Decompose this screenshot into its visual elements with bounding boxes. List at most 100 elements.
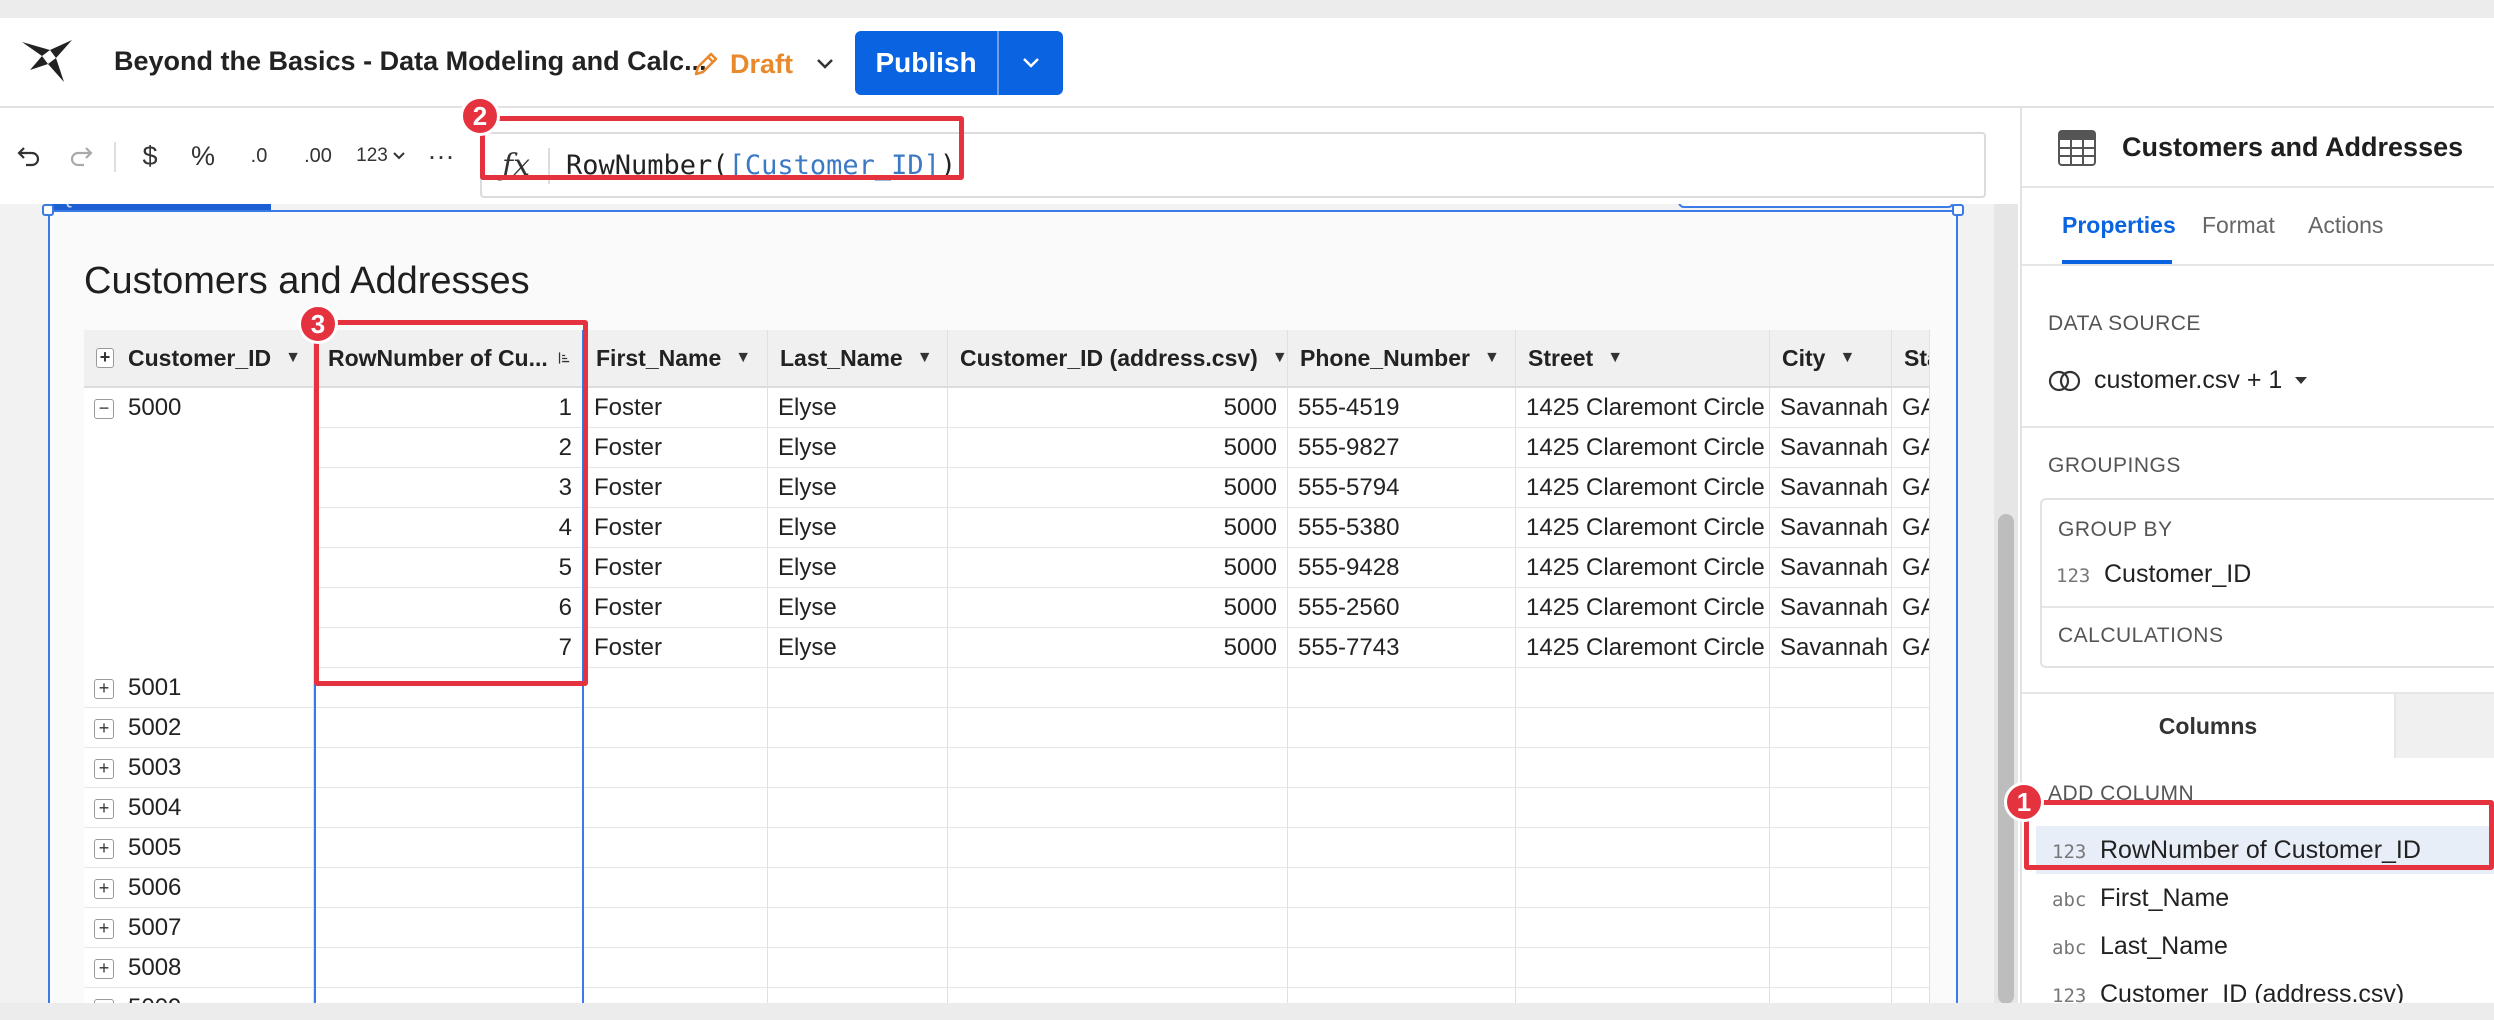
- table-cell[interactable]: Foster: [584, 508, 767, 548]
- table-cell[interactable]: [1288, 828, 1515, 868]
- table-cell[interactable]: 555-9827: [1288, 428, 1515, 468]
- table-cell[interactable]: [1516, 668, 1769, 708]
- table-cell[interactable]: [1288, 948, 1515, 988]
- column-header[interactable]: Sta: [1892, 330, 1929, 388]
- resize-handle[interactable]: [42, 204, 54, 216]
- table-cell[interactable]: [1892, 988, 1929, 1003]
- currency-format-button[interactable]: $: [136, 138, 164, 174]
- table-cell[interactable]: Savannah: [1770, 388, 1891, 428]
- table-cell[interactable]: [768, 668, 947, 708]
- expand-icon[interactable]: +: [94, 838, 114, 859]
- table-cell[interactable]: [1770, 748, 1891, 788]
- table-cell[interactable]: [584, 948, 767, 988]
- table-cell[interactable]: GA: [1892, 388, 1929, 428]
- group-row[interactable]: +5005: [84, 828, 313, 868]
- table-cell[interactable]: 1425 Claremont Circle: [1516, 388, 1769, 428]
- table-cell[interactable]: [1288, 908, 1515, 948]
- table-cell[interactable]: [84, 508, 313, 548]
- table-cell[interactable]: [948, 868, 1287, 908]
- table-cell[interactable]: [1770, 788, 1891, 828]
- caret-down-icon[interactable]: ▼: [735, 349, 751, 367]
- caret-down-icon[interactable]: ▼: [1839, 349, 1855, 367]
- app-logo-icon[interactable]: [20, 36, 76, 86]
- caret-down-icon[interactable]: ▼: [285, 349, 301, 367]
- table-cell[interactable]: [584, 868, 767, 908]
- group-row[interactable]: +5002: [84, 708, 313, 748]
- table-cell[interactable]: [584, 908, 767, 948]
- scrollbar-thumb[interactable]: [1998, 514, 2014, 1003]
- group-row[interactable]: +5006: [84, 868, 313, 908]
- table-cell[interactable]: Elyse: [768, 388, 947, 428]
- table-cell[interactable]: [1516, 868, 1769, 908]
- table-cell[interactable]: 555-2560: [1288, 588, 1515, 628]
- expand-icon[interactable]: +: [94, 998, 114, 1003]
- draft-status-menu[interactable]: Draft: [692, 44, 835, 84]
- table-cell[interactable]: Foster: [584, 628, 767, 668]
- table-cell[interactable]: [1892, 948, 1929, 988]
- table-cell[interactable]: Foster: [584, 388, 767, 428]
- group-by-field[interactable]: 123 Customer_ID: [2056, 560, 2251, 589]
- table-cell[interactable]: GA: [1892, 468, 1929, 508]
- table-cell[interactable]: [1516, 788, 1769, 828]
- table-cell[interactable]: 5000: [948, 628, 1287, 668]
- caret-down-icon[interactable]: ▼: [1484, 349, 1500, 367]
- column-header[interactable]: Last_Name ▼: [768, 330, 947, 388]
- expand-icon[interactable]: +: [94, 678, 114, 699]
- workbook-title[interactable]: Beyond the Basics - Data Modeling and Ca…: [114, 46, 707, 77]
- table-cell[interactable]: [1770, 828, 1891, 868]
- table-cell[interactable]: [1516, 908, 1769, 948]
- element-title[interactable]: Customers and Addresses: [84, 260, 530, 303]
- table-cell[interactable]: 1425 Claremont Circle: [1516, 588, 1769, 628]
- table-cell[interactable]: Elyse: [768, 508, 947, 548]
- table-cell[interactable]: Savannah: [1770, 628, 1891, 668]
- table-cell[interactable]: [84, 588, 313, 628]
- table-cell[interactable]: 555-5794: [1288, 468, 1515, 508]
- table-cell[interactable]: [1770, 908, 1891, 948]
- publish-button[interactable]: Publish: [855, 31, 999, 95]
- table-cell[interactable]: [1892, 868, 1929, 908]
- table-cell[interactable]: [1516, 988, 1769, 1003]
- table-cell[interactable]: [948, 708, 1287, 748]
- expand-icon[interactable]: +: [94, 718, 114, 739]
- table-cell[interactable]: Savannah: [1770, 468, 1891, 508]
- table-cell[interactable]: [84, 628, 313, 668]
- table-cell[interactable]: 1425 Claremont Circle: [1516, 508, 1769, 548]
- table-cell[interactable]: [1516, 828, 1769, 868]
- table-cell[interactable]: Savannah: [1770, 588, 1891, 628]
- caret-down-icon[interactable]: ▼: [1607, 349, 1623, 367]
- column-header[interactable]: City ▼: [1770, 330, 1891, 388]
- table-cell[interactable]: 5000: [948, 428, 1287, 468]
- table-cell[interactable]: [1288, 748, 1515, 788]
- table-cell[interactable]: [584, 708, 767, 748]
- table-cell[interactable]: [948, 828, 1287, 868]
- table-cell[interactable]: [584, 828, 767, 868]
- table-cell[interactable]: [948, 988, 1287, 1003]
- table-cell[interactable]: [1770, 668, 1891, 708]
- table-cell[interactable]: [948, 908, 1287, 948]
- group-row[interactable]: +5008: [84, 948, 313, 988]
- table-cell[interactable]: [1770, 868, 1891, 908]
- table-cell[interactable]: 1425 Claremont Circle: [1516, 428, 1769, 468]
- table-cell[interactable]: [768, 788, 947, 828]
- table-cell[interactable]: [1516, 948, 1769, 988]
- column-item[interactable]: 123 Customer_ID (address.csv): [2052, 980, 2404, 1003]
- table-cell[interactable]: [948, 668, 1287, 708]
- table-cell[interactable]: 555-7743: [1288, 628, 1515, 668]
- table-cell[interactable]: [1892, 748, 1929, 788]
- caret-down-icon[interactable]: ▼: [1272, 349, 1287, 367]
- table-cell[interactable]: [1892, 908, 1929, 948]
- table-cell[interactable]: [768, 708, 947, 748]
- increase-decimals-button[interactable]: .00: [298, 138, 338, 174]
- table-cell[interactable]: [948, 788, 1287, 828]
- table-cell[interactable]: Foster: [584, 548, 767, 588]
- table-cell[interactable]: [1892, 708, 1929, 748]
- redo-button[interactable]: [66, 138, 96, 174]
- table-cell[interactable]: [768, 988, 947, 1003]
- expand-icon[interactable]: +: [94, 798, 114, 819]
- table-cell[interactable]: [768, 948, 947, 988]
- group-row[interactable]: +5004: [84, 788, 313, 828]
- caret-down-icon[interactable]: ▼: [917, 349, 933, 367]
- table-cell[interactable]: [1892, 668, 1929, 708]
- table-cell[interactable]: [1892, 788, 1929, 828]
- table-cell[interactable]: 555-9428: [1288, 548, 1515, 588]
